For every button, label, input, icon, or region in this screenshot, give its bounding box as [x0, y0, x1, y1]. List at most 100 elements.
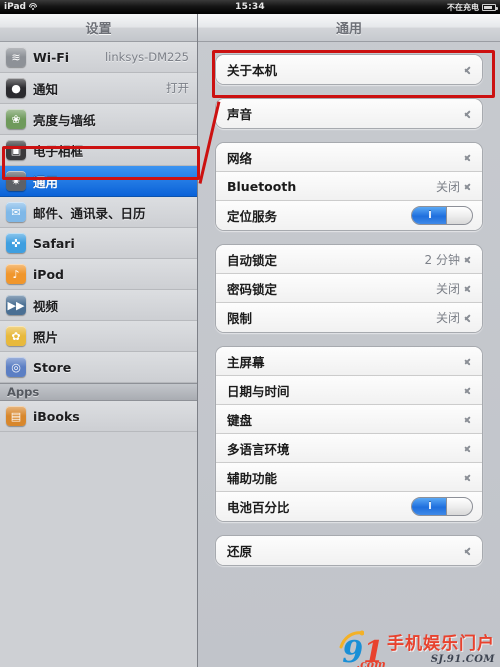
sidebar-item-label: Safari	[33, 235, 75, 251]
sidebar-item-label: 照片	[33, 329, 59, 345]
settings-row-label: 自动锁定	[227, 252, 278, 268]
sidebar-item-label: iPod	[33, 266, 64, 282]
notifications-icon-glyph: ●	[11, 81, 21, 95]
wifi-settings-icon: ≋	[6, 47, 26, 67]
ipod-icon-glyph: ♪	[12, 267, 20, 281]
settings-row[interactable]: 声音	[216, 99, 482, 128]
settings-row-label: 声音	[227, 107, 253, 122]
toggle-on-mark: I	[428, 209, 432, 221]
sidebar-item-label: Store	[33, 359, 72, 375]
settings-row[interactable]: 辅助功能	[216, 463, 482, 492]
settings-row-value: 关闭	[435, 281, 460, 296]
toggle-on-mark: I	[428, 500, 432, 512]
sidebar-item-label: 亮度与墙纸	[33, 112, 96, 128]
settings-group-0: 关于本机	[215, 54, 483, 85]
settings-row-label: 关于本机	[227, 63, 278, 78]
sidebar-item-0[interactable]: ≋ Wi-Fi linksys-DM225	[0, 42, 197, 73]
settings-row-label: 网络	[227, 150, 253, 166]
picture-frame-icon-glyph: ▣	[10, 143, 22, 157]
safari-icon-glyph: ✜	[11, 236, 21, 250]
watermark-text-block: 手机娱乐门户 SJ.91.COM	[387, 635, 495, 665]
toggle-knob[interactable]	[446, 498, 472, 515]
sidebar-item-8[interactable]: ▶▶ 视频	[0, 290, 197, 321]
sidebar-item-6[interactable]: ✜ Safari	[0, 228, 197, 259]
mail-contacts-calendars-icon: ✉	[6, 202, 26, 222]
brightness-wallpaper-icon: ❀	[6, 109, 26, 129]
settings-row[interactable]: 日期与时间	[216, 376, 482, 405]
settings-row-label: 限制	[227, 311, 253, 326]
photos-icon-glyph: ✿	[11, 329, 21, 343]
sidebar-item-label: 邮件、通讯录、日历	[33, 205, 146, 221]
toggle-on-track: I	[412, 207, 448, 224]
sidebar-item-7[interactable]: ♪ iPod	[0, 259, 197, 290]
settings-row[interactable]: 定位服务 I	[216, 201, 482, 230]
toggle-switch[interactable]: I	[411, 497, 473, 516]
battery-icon	[482, 3, 498, 11]
sidebar-item-label: Wi-Fi	[33, 49, 70, 65]
sidebar-item-0[interactable]: ▤ iBooks	[0, 401, 197, 432]
status-bar-right: 不在充电	[447, 2, 498, 13]
sidebar-item-label: iBooks	[33, 408, 80, 424]
sidebar-title: 设置	[0, 14, 197, 42]
videos-icon-glyph: ▶▶	[7, 298, 25, 312]
settings-row-label: 定位服务	[227, 209, 278, 224]
settings-row[interactable]: Bluetooth 关闭	[216, 172, 482, 201]
sidebar-list[interactable]: ≋ Wi-Fi linksys-DM225 ● 通知 打开 ❀ 亮度与墙纸 ▣ 电子相框 ✷ 通用 ✉ 邮…	[0, 42, 197, 667]
settings-row-value: 2 分钟	[424, 252, 460, 267]
videos-icon: ▶▶	[6, 295, 26, 315]
watermark-com: .com	[356, 657, 386, 667]
sidebar-item-1[interactable]: ● 通知 打开	[0, 73, 197, 104]
settings-row-label: 日期与时间	[227, 383, 290, 399]
store-icon: ◎	[6, 357, 26, 377]
sidebar-item-2[interactable]: ❀ 亮度与墙纸	[0, 104, 197, 135]
split-view: 设置 ≋ Wi-Fi linksys-DM225 ● 通知 打开 ❀ 亮度与墙纸 ▣ 电子相框 ✷ 通…	[0, 14, 500, 667]
toggle-on-track: I	[412, 498, 448, 515]
settings-row-label: 主屏幕	[227, 354, 265, 370]
settings-row[interactable]: 多语言环境	[216, 434, 482, 463]
chevron-right-icon	[464, 545, 473, 557]
settings-row[interactable]: 电池百分比 I	[216, 492, 482, 521]
settings-row-label: 电池百分比	[227, 500, 290, 515]
watermark-logo: 91 .com	[339, 630, 386, 667]
settings-row[interactable]: 关于本机	[216, 55, 482, 84]
sidebar-item-5[interactable]: ✉ 邮件、通讯录、日历	[0, 197, 197, 228]
ibooks-icon-glyph: ▤	[10, 409, 22, 423]
settings-row[interactable]: 键盘	[216, 405, 482, 434]
toggle-knob[interactable]	[446, 207, 472, 224]
settings-row[interactable]: 网络	[216, 143, 482, 172]
sidebar-item-label: 电子相框	[33, 143, 84, 159]
general-gear-icon-glyph: ✷	[11, 174, 21, 188]
settings-row[interactable]: 限制 关闭	[216, 303, 482, 332]
settings-group-2: 网络 Bluetooth 关闭定位服务 I	[215, 142, 483, 231]
photos-icon: ✿	[6, 326, 26, 346]
toggle-switch[interactable]: I	[411, 206, 473, 225]
sidebar-item-value: 打开	[166, 81, 189, 95]
sidebar-item-4[interactable]: ✷ 通用	[0, 166, 197, 197]
settings-group-4: 主屏幕日期与时间键盘多语言环境辅助功能电池百分比 I	[215, 346, 483, 522]
detail-settings-list[interactable]: 关于本机 声音 网络 Bluetooth 关闭 定位服务 I 自动锁定 2 分钟 密码锁定 关闭 限制…	[198, 42, 500, 667]
chevron-right-icon	[464, 253, 473, 265]
notifications-icon: ●	[6, 78, 26, 98]
chevron-right-icon	[464, 64, 473, 76]
ipad-settings-screen: iPad 15:34 不在充电 设置 ≋ Wi-Fi linksys-DM225 ● 通…	[0, 0, 500, 667]
settings-row[interactable]: 还原	[216, 536, 482, 565]
settings-row[interactable]: 密码锁定 关闭	[216, 274, 482, 303]
settings-row[interactable]: 主屏幕	[216, 347, 482, 376]
sidebar-item-label: 通知	[33, 81, 59, 97]
sidebar-item-10[interactable]: ◎ Store	[0, 352, 197, 383]
sidebar-item-9[interactable]: ✿ 照片	[0, 321, 197, 352]
status-bar: iPad 15:34 不在充电	[0, 0, 500, 14]
ipod-icon: ♪	[6, 264, 26, 284]
settings-row-label: 多语言环境	[227, 441, 290, 457]
wifi-settings-icon-glyph: ≋	[11, 50, 21, 64]
sidebar-item-label: 视频	[33, 298, 59, 314]
watermark-wifi-arc-icon	[339, 630, 365, 648]
chevron-right-icon	[464, 151, 473, 163]
settings-row-label: 还原	[227, 544, 253, 559]
settings-row[interactable]: 自动锁定 2 分钟	[216, 245, 482, 274]
chevron-right-icon	[464, 442, 473, 454]
status-bar-clock: 15:34	[235, 2, 265, 12]
battery-status-label: 不在充电	[447, 2, 479, 12]
sidebar-item-3[interactable]: ▣ 电子相框	[0, 135, 197, 166]
mail-contacts-calendars-icon-glyph: ✉	[11, 205, 21, 219]
